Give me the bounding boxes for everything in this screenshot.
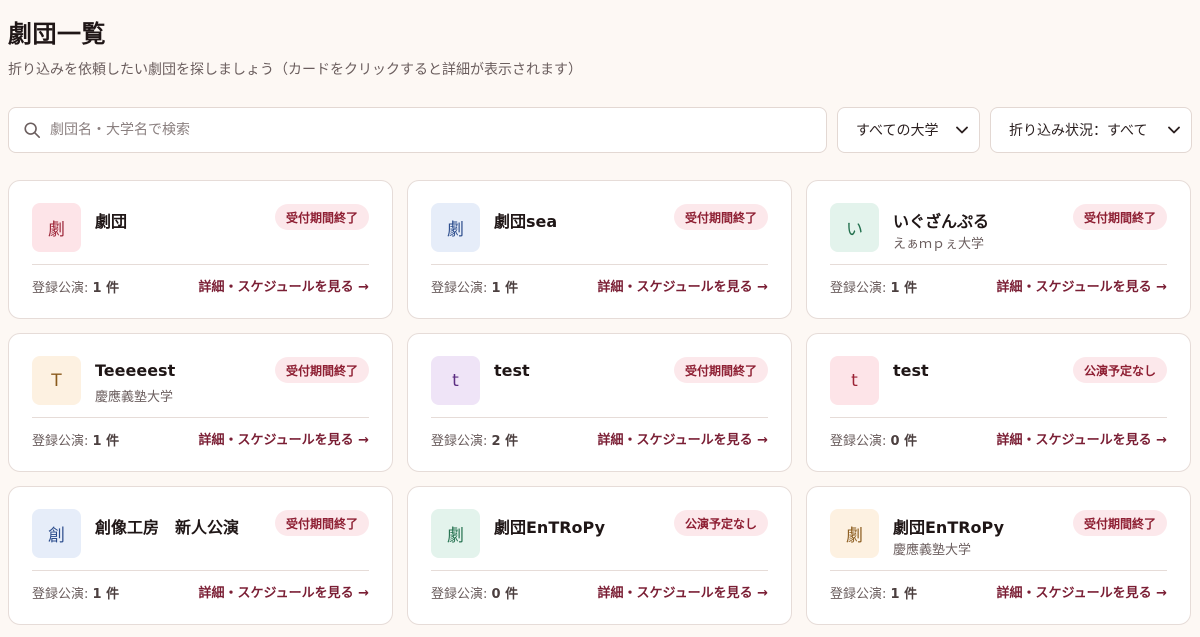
troupe-university: えぁｍｐぇ大学	[893, 237, 985, 252]
performance-count-label: 登録公演:	[431, 434, 488, 449]
search-box[interactable]	[8, 107, 827, 153]
troupe-avatar: 劇	[32, 203, 81, 252]
troupe-card[interactable]: い いぐざんぷる えぁｍｐぇ大学 受付期間終了 登録公演: 1 件 詳細・スケジ…	[806, 180, 1191, 319]
troupe-avatar: い	[830, 203, 879, 252]
page: 劇団一覧 折り込みを依頼したい劇団を探しましょう（カードをクリックすると詳細が表…	[0, 0, 1200, 637]
performance-count-label: 登録公演:	[431, 281, 488, 296]
troupe-grid: 劇 劇団 受付期間終了 登録公演: 1 件 詳細・スケジュールを見る → 劇 劇…	[8, 180, 1192, 625]
troupe-card[interactable]: 創 創像工房 新人公演 受付期間終了 登録公演: 1 件 詳細・スケジュールを見…	[8, 486, 393, 625]
performance-count-value: 0 件	[890, 434, 918, 449]
status-badge: 受付期間終了	[274, 357, 369, 383]
troupe-name: 劇団sea	[494, 212, 558, 231]
performance-count-value: 1 件	[890, 587, 918, 602]
performance-count: 登録公演: 1 件	[830, 583, 917, 602]
chevron-down-icon	[956, 126, 968, 134]
troupe-avatar: 劇	[431, 509, 480, 558]
divider	[431, 417, 768, 418]
divider	[830, 570, 1167, 571]
performance-count-value: 1 件	[890, 281, 918, 296]
troupe-avatar: 創	[32, 509, 81, 558]
status-badge: 受付期間終了	[673, 357, 768, 383]
troupe-name: 劇団EnTRoPy	[494, 518, 606, 537]
troupe-avatar: t	[431, 356, 480, 405]
detail-link[interactable]: 詳細・スケジュールを見る →	[597, 582, 768, 601]
troupe-name: Teeeeest	[95, 361, 176, 380]
detail-link[interactable]: 詳細・スケジュールを見る →	[198, 582, 369, 601]
performance-count-value: 0 件	[491, 587, 519, 602]
performance-count-value: 1 件	[92, 587, 120, 602]
troupe-name: 劇団EnTRoPy	[893, 518, 1005, 537]
status-select-value: 折り込み状況：すべて	[1009, 123, 1148, 139]
troupe-card[interactable]: 劇 劇団sea 受付期間終了 登録公演: 1 件 詳細・スケジュールを見る →	[407, 180, 792, 319]
divider	[32, 570, 369, 571]
troupe-name: test	[494, 361, 530, 380]
troupe-card[interactable]: t test 受付期間終了 登録公演: 2 件 詳細・スケジュールを見る →	[407, 333, 792, 472]
divider	[32, 264, 369, 265]
performance-count: 登録公演: 1 件	[32, 430, 119, 449]
troupe-card[interactable]: t test 公演予定なし 登録公演: 0 件 詳細・スケジュールを見る →	[806, 333, 1191, 472]
status-badge: 受付期間終了	[274, 204, 369, 230]
performance-count: 登録公演: 1 件	[32, 277, 119, 296]
detail-link[interactable]: 詳細・スケジュールを見る →	[198, 429, 369, 448]
divider	[431, 570, 768, 571]
divider	[431, 264, 768, 265]
performance-count-label: 登録公演:	[32, 281, 89, 296]
troupe-card[interactable]: 劇 劇団EnTRoPy 慶應義塾大学 受付期間終了 登録公演: 1 件 詳細・ス…	[806, 486, 1191, 625]
status-badge: 受付期間終了	[274, 510, 369, 536]
troupe-name: いぐざんぷる	[893, 212, 990, 231]
performance-count-value: 2 件	[491, 434, 519, 449]
performance-count-value: 1 件	[92, 281, 120, 296]
performance-count-label: 登録公演:	[32, 587, 89, 602]
detail-link[interactable]: 詳細・スケジュールを見る →	[597, 429, 768, 448]
troupe-avatar: t	[830, 356, 879, 405]
detail-link[interactable]: 詳細・スケジュールを見る →	[198, 276, 369, 295]
performance-count: 登録公演: 1 件	[830, 277, 917, 296]
troupe-card[interactable]: 劇 劇団EnTRoPy 公演予定なし 登録公演: 0 件 詳細・スケジュールを見…	[407, 486, 792, 625]
performance-count-label: 登録公演:	[431, 587, 488, 602]
performance-count: 登録公演: 1 件	[32, 583, 119, 602]
performance-count-value: 1 件	[491, 281, 519, 296]
search-icon	[24, 122, 41, 139]
detail-link[interactable]: 詳細・スケジュールを見る →	[597, 276, 768, 295]
filter-bar: すべての大学 折り込み状況：すべて	[8, 107, 1192, 153]
university-select[interactable]: すべての大学	[837, 107, 980, 153]
detail-link[interactable]: 詳細・スケジュールを見る →	[996, 429, 1167, 448]
troupe-name: 劇団	[95, 212, 128, 231]
detail-link[interactable]: 詳細・スケジュールを見る →	[996, 582, 1167, 601]
troupe-avatar: T	[32, 356, 81, 405]
performance-count: 登録公演: 2 件	[431, 430, 518, 449]
page-subtitle: 折り込みを依頼したい劇団を探しましょう（カードをクリックすると詳細が表示されます…	[8, 62, 582, 78]
divider	[830, 264, 1167, 265]
divider	[830, 417, 1167, 418]
performance-count-label: 登録公演:	[32, 434, 89, 449]
performance-count-value: 1 件	[92, 434, 120, 449]
page-title: 劇団一覧	[8, 20, 106, 48]
performance-count: 登録公演: 1 件	[431, 277, 518, 296]
performance-count-label: 登録公演:	[830, 281, 887, 296]
status-badge: 受付期間終了	[1072, 510, 1167, 536]
search-input[interactable]	[50, 122, 790, 138]
divider	[32, 417, 369, 418]
status-badge: 受付期間終了	[1072, 204, 1167, 230]
chevron-down-icon	[1168, 126, 1180, 134]
performance-count: 登録公演: 0 件	[431, 583, 518, 602]
troupe-card[interactable]: T Teeeeest 慶應義塾大学 受付期間終了 登録公演: 1 件 詳細・スケ…	[8, 333, 393, 472]
university-select-value: すべての大学	[856, 123, 939, 139]
performance-count-label: 登録公演:	[830, 587, 887, 602]
status-select[interactable]: 折り込み状況：すべて	[990, 107, 1192, 153]
troupe-university: 慶應義塾大学	[893, 543, 972, 558]
troupe-card[interactable]: 劇 劇団 受付期間終了 登録公演: 1 件 詳細・スケジュールを見る →	[8, 180, 393, 319]
troupe-avatar: 劇	[830, 509, 879, 558]
status-badge: 受付期間終了	[673, 204, 768, 230]
troupe-name: test	[893, 361, 929, 380]
status-badge: 公演予定なし	[673, 510, 768, 536]
troupe-university: 慶應義塾大学	[95, 390, 174, 405]
detail-link[interactable]: 詳細・スケジュールを見る →	[996, 276, 1167, 295]
performance-count: 登録公演: 0 件	[830, 430, 917, 449]
troupe-name: 創像工房 新人公演	[95, 518, 240, 537]
performance-count-label: 登録公演:	[830, 434, 887, 449]
status-badge: 公演予定なし	[1072, 357, 1167, 383]
troupe-avatar: 劇	[431, 203, 480, 252]
